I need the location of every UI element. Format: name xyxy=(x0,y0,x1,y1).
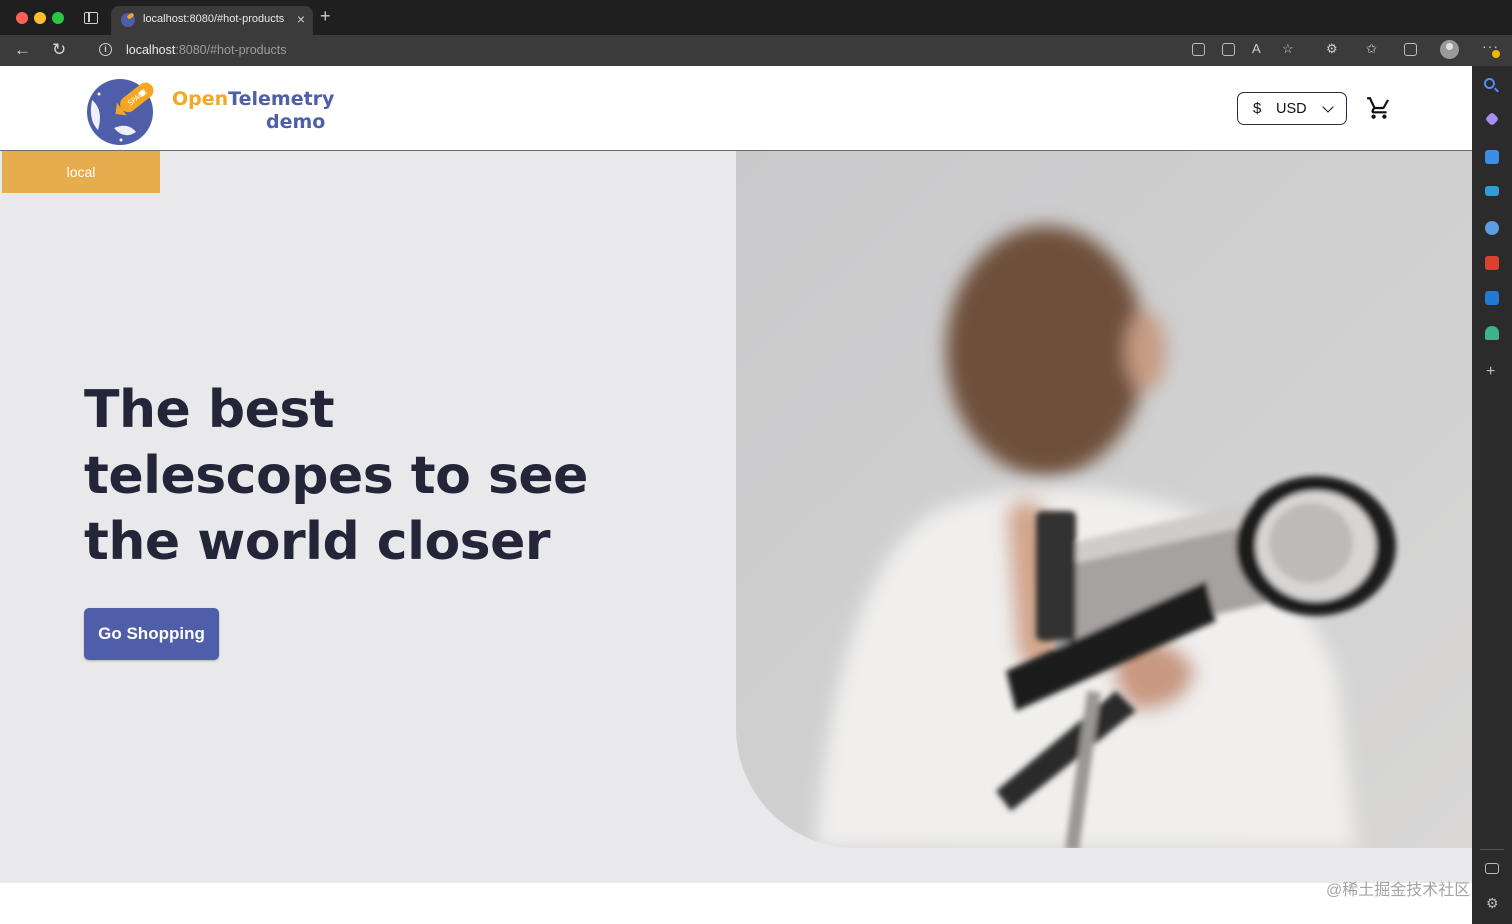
web-page: SPACE OpenTelemetry demo $ USD local The… xyxy=(0,66,1472,924)
add-favorite-icon[interactable]: ☆ xyxy=(1282,40,1294,58)
qr-code-icon[interactable] xyxy=(1222,43,1235,56)
new-tab-button[interactable]: + xyxy=(320,7,331,25)
tab-actions-icon[interactable] xyxy=(84,12,98,24)
currency-symbol: $ xyxy=(1253,100,1262,117)
collections-icon[interactable] xyxy=(1404,43,1417,56)
browser-tab-bar: localhost:8080/#hot-products × + xyxy=(0,0,1512,35)
url-path: :8080/#hot-products xyxy=(175,43,287,57)
address-bar[interactable]: i localhost:8080/#hot-products xyxy=(86,37,1316,64)
minimize-window-button[interactable] xyxy=(34,12,46,24)
currency-selector[interactable]: $ USD xyxy=(1237,92,1347,125)
app-available-icon[interactable] xyxy=(1192,43,1205,56)
tab-title: localhost:8080/#hot-products xyxy=(143,13,285,25)
chevron-down-icon xyxy=(1322,101,1334,113)
close-tab-icon[interactable]: × xyxy=(297,11,305,27)
outlook-icon[interactable] xyxy=(1485,291,1499,305)
sidebar-divider xyxy=(1480,849,1504,850)
people-icon[interactable] xyxy=(1485,221,1499,235)
hero-title: The best telescopes to see the world clo… xyxy=(84,380,588,572)
tree-icon[interactable] xyxy=(1485,326,1499,340)
plus-icon[interactable]: + xyxy=(1486,364,1495,380)
office-icon[interactable] xyxy=(1485,256,1499,270)
cart-icon[interactable] xyxy=(1366,95,1392,121)
browser-sidebar: + ⚙ xyxy=(1472,66,1512,924)
info-icon[interactable]: i xyxy=(99,43,112,56)
browser-toolbar: ← ↻ i localhost:8080/#hot-products A ☆ ⚙… xyxy=(0,35,1512,66)
profile-avatar[interactable] xyxy=(1440,40,1459,59)
back-icon[interactable]: ← xyxy=(14,40,31,60)
url-text[interactable]: localhost:8080/#hot-products xyxy=(126,43,287,57)
logo-wordmark[interactable]: OpenTelemetry xyxy=(172,88,334,110)
extensions-icon[interactable]: ⚙ xyxy=(1326,40,1338,58)
sidebar-toggle-icon[interactable] xyxy=(1485,863,1499,874)
notification-badge xyxy=(1492,50,1500,58)
browser-tab[interactable]: localhost:8080/#hot-products × xyxy=(111,6,313,35)
sparkle-icon[interactable] xyxy=(1484,111,1500,127)
logo-word-open: Open xyxy=(172,88,229,110)
favorites-icon[interactable]: ✩ xyxy=(1366,40,1377,58)
read-aloud-icon[interactable]: A xyxy=(1252,40,1261,58)
close-window-button[interactable] xyxy=(16,12,28,24)
watermark-text: @稀土掘金技术社区 xyxy=(1326,882,1471,899)
hero-section: local The best telescopes to see the wor… xyxy=(0,151,1472,883)
search-icon[interactable] xyxy=(1484,78,1495,89)
site-header: SPACE OpenTelemetry demo $ USD xyxy=(0,66,1472,151)
go-shopping-button[interactable]: Go Shopping xyxy=(84,608,219,660)
page-footer-strip xyxy=(0,883,1472,924)
logo-word-telemetry: Telemetry xyxy=(228,88,335,110)
tag-icon[interactable] xyxy=(1485,150,1499,164)
maximize-window-button[interactable] xyxy=(52,12,64,24)
site-favicon-icon xyxy=(121,13,135,27)
toolbox-icon[interactable] xyxy=(1485,186,1499,196)
environment-badge: local xyxy=(2,151,160,193)
url-host: localhost xyxy=(126,43,176,57)
currency-value: USD xyxy=(1276,101,1307,117)
settings-icon[interactable]: ⚙ xyxy=(1486,895,1499,911)
opentelemetry-logo-icon[interactable]: SPACE xyxy=(84,70,162,146)
hero-image xyxy=(736,151,1472,848)
logo-word-demo[interactable]: demo xyxy=(266,111,325,133)
reload-icon[interactable]: ↻ xyxy=(52,40,66,60)
